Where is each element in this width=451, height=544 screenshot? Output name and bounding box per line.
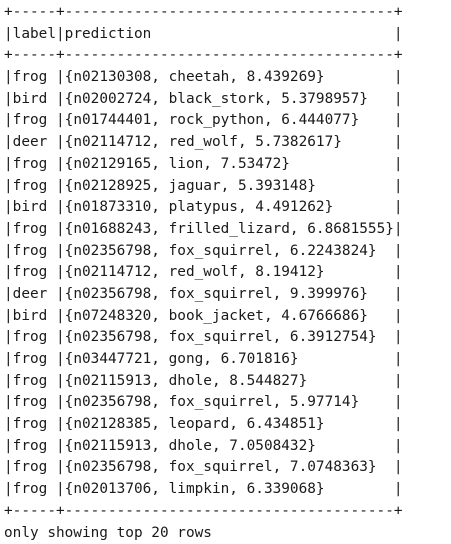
table-row: |bird |{n07248320, book_jacket, 4.676668…	[4, 306, 403, 328]
column-header-label: label	[13, 26, 56, 42]
cell-prediction: {n01744401, rock_python, 6.444077}	[65, 112, 394, 128]
cell-label: frog	[13, 394, 56, 410]
cell-label: frog	[13, 481, 56, 497]
cell-prediction: {n03447721, gong, 6.701816}	[65, 351, 394, 367]
table-row: |frog |{n02114712, red_wolf, 8.19412} |	[4, 262, 403, 284]
cell-prediction: {n02129165, lion, 7.53472}	[65, 156, 394, 172]
cell-label: frog	[13, 112, 56, 128]
table-row: |frog |{n02115913, dhole, 7.0508432} |	[4, 436, 403, 458]
cell-prediction: {n02114712, red_wolf, 8.19412}	[65, 264, 394, 280]
table-border-mid: +-----+---------------------------------…	[4, 45, 403, 67]
table-row: |frog |{n02129165, lion, 7.53472} |	[4, 154, 403, 176]
cell-prediction: {n02356798, fox_squirrel, 7.0748363}	[65, 459, 394, 475]
cell-label: deer	[13, 134, 56, 150]
cell-label: bird	[13, 199, 56, 215]
cell-prediction: {n02356798, fox_squirrel, 6.3912754}	[65, 329, 394, 345]
cell-label: frog	[13, 416, 56, 432]
border-mid: +-----+---------------------------------…	[4, 47, 403, 63]
cell-prediction: {n02356798, fox_squirrel, 6.2243824}	[65, 243, 394, 259]
footer-text: only showing top 20 rows	[4, 525, 212, 541]
cell-label: frog	[13, 438, 56, 454]
cell-prediction: {n02013706, limpkin, 6.339068}	[65, 481, 394, 497]
table-row: |frog |{n02115913, dhole, 8.544827} |	[4, 371, 403, 393]
table-row: |frog |{n02130308, cheetah, 8.439269} |	[4, 67, 403, 89]
table-row: |frog |{n02128385, leopard, 6.434851} |	[4, 414, 403, 436]
cell-label: frog	[13, 373, 56, 389]
table-row: |frog |{n02356798, fox_squirrel, 6.22438…	[4, 241, 403, 263]
cell-prediction: {n02115913, dhole, 8.544827}	[65, 373, 394, 389]
border-top: +-----+---------------------------------…	[4, 4, 403, 20]
table-row: |frog |{n02356798, fox_squirrel, 5.97714…	[4, 392, 403, 414]
cell-prediction: {n01688243, frilled_lizard, 6.8681555}	[65, 221, 394, 237]
table-row: |frog |{n01688243, frilled_lizard, 6.868…	[4, 219, 403, 241]
cell-prediction: {n01873310, platypus, 4.491262}	[65, 199, 394, 215]
table-row: |frog |{n02013706, limpkin, 6.339068} |	[4, 479, 403, 501]
column-header-prediction: prediction	[65, 26, 394, 42]
table-border-bottom: +-----+---------------------------------…	[4, 501, 403, 523]
table-header-row: |label|prediction |	[4, 24, 403, 46]
cell-prediction: {n02356798, fox_squirrel, 9.399976}	[65, 286, 394, 302]
cell-label: frog	[13, 69, 56, 85]
cell-label: frog	[13, 243, 56, 259]
cell-prediction: {n02114712, red_wolf, 5.7382617}	[65, 134, 394, 150]
table-row: |frog |{n01744401, rock_python, 6.444077…	[4, 110, 403, 132]
table-row: |frog |{n02356798, fox_squirrel, 6.39127…	[4, 327, 403, 349]
dataframe-show-output: +-----+---------------------------------…	[4, 2, 403, 544]
cell-prediction: {n02356798, fox_squirrel, 5.97714}	[65, 394, 394, 410]
cell-prediction: {n02130308, cheetah, 8.439269}	[65, 69, 394, 85]
table-border-top: +-----+---------------------------------…	[4, 2, 403, 24]
cell-prediction: {n02002724, black_stork, 5.3798957}	[65, 91, 394, 107]
cell-label: frog	[13, 178, 56, 194]
table-row: |bird |{n01873310, platypus, 4.491262} |	[4, 197, 403, 219]
cell-label: frog	[13, 329, 56, 345]
cell-label: bird	[13, 91, 56, 107]
table-row: |deer |{n02356798, fox_squirrel, 9.39997…	[4, 284, 403, 306]
cell-prediction: {n02128925, jaguar, 5.393148}	[65, 178, 394, 194]
cell-prediction: {n02115913, dhole, 7.0508432}	[65, 438, 394, 454]
table-row: |frog |{n02128925, jaguar, 5.393148} |	[4, 176, 403, 198]
table-row: |frog |{n03447721, gong, 6.701816} |	[4, 349, 403, 371]
border-bottom: +-----+---------------------------------…	[4, 503, 403, 519]
table-row: |bird |{n02002724, black_stork, 5.379895…	[4, 89, 403, 111]
cell-label: frog	[13, 156, 56, 172]
notebook-output: +-----+---------------------------------…	[0, 0, 451, 541]
cell-label: deer	[13, 286, 56, 302]
cell-prediction: {n02128385, leopard, 6.434851}	[65, 416, 394, 432]
cell-label: frog	[13, 459, 56, 475]
cell-label: frog	[13, 264, 56, 280]
cell-label: frog	[13, 221, 56, 237]
cell-prediction: {n07248320, book_jacket, 4.6766686}	[65, 308, 394, 324]
table-row: |deer |{n02114712, red_wolf, 5.7382617} …	[4, 132, 403, 154]
table-row: |frog |{n02356798, fox_squirrel, 7.07483…	[4, 457, 403, 479]
cell-label: frog	[13, 351, 56, 367]
cell-label: bird	[13, 308, 56, 324]
